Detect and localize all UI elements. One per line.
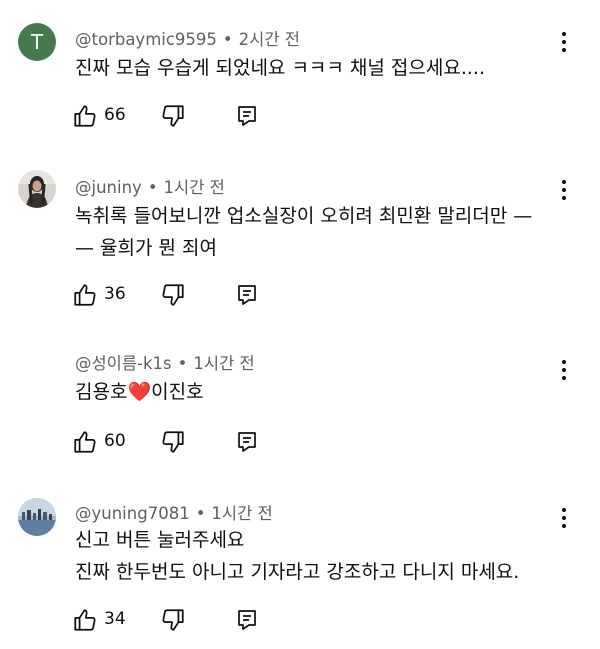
comment-time[interactable]: 1시간 전 — [211, 504, 272, 523]
avatar[interactable] — [18, 170, 56, 208]
thumbs-down-icon — [162, 609, 184, 631]
author-name[interactable]: @juniny — [75, 178, 142, 197]
thumbs-up-icon — [74, 105, 96, 127]
more-button[interactable] — [552, 504, 576, 532]
like-button[interactable] — [72, 429, 98, 455]
comment-line: 진짜 모습 우습게 되었네요 ㅋㅋㅋ 채널 접으세요.... — [75, 57, 485, 79]
author-name[interactable]: @yuning7081 — [75, 504, 190, 523]
comment-text-before: 김용호 — [75, 381, 128, 403]
comment-actions: 34 — [72, 607, 272, 635]
thumbs-down-icon — [162, 105, 184, 127]
reply-icon — [238, 285, 256, 305]
avatar[interactable]: T — [18, 23, 56, 61]
avatar-photo — [18, 170, 56, 208]
like-button[interactable] — [72, 103, 98, 129]
reply-button[interactable] — [235, 608, 259, 632]
avatar-photo — [18, 498, 56, 536]
reply-icon — [238, 432, 256, 452]
comment: T @torbaymic9595 • 2시간 전 진짜 모습 우습게 되었네요 ㅋㅋ… — [0, 0, 600, 150]
thumbs-up-icon — [74, 284, 96, 306]
more-button[interactable] — [552, 176, 576, 204]
comment-meta: @juniny • 1시간 전 — [75, 174, 225, 198]
dislike-button[interactable] — [160, 429, 186, 455]
comment-meta: @yuning7081 • 1시간 전 — [75, 500, 273, 524]
meta-separator: • — [195, 504, 206, 523]
comment-time[interactable]: 1시간 전 — [193, 354, 254, 373]
thumbs-up-icon — [74, 609, 96, 631]
like-count: 60 — [104, 431, 126, 451]
dislike-button[interactable] — [160, 607, 186, 633]
heart-emoji: ❤️ — [127, 381, 152, 403]
thumbs-up-icon — [74, 431, 96, 453]
meta-separator: • — [147, 178, 158, 197]
comment-line: 진짜 한두번도 아니고 기자라고 강조하고 다니지 마세요. — [75, 561, 520, 583]
author-name[interactable]: @성이름-k1s — [75, 354, 172, 373]
like-button[interactable] — [72, 607, 98, 633]
like-count: 66 — [104, 105, 126, 125]
dislike-button[interactable] — [160, 103, 186, 129]
thumbs-down-icon — [162, 431, 184, 453]
comment-text: 신고 버튼 눌러주세요 진짜 한두번도 아니고 기자라고 강조하고 다니지 마세… — [75, 524, 519, 588]
comment-actions: 60 — [72, 429, 272, 457]
comment-line: — 율희가 뭔 죄여 — [75, 237, 217, 259]
comment-text: 녹취록 들어보니깐 업소실장이 오히려 최민환 말리더만 — — 율희가 뭔 죄… — [75, 200, 532, 264]
author-name[interactable]: @torbaymic9595 — [75, 30, 217, 49]
reply-button[interactable] — [235, 283, 259, 307]
reply-icon — [238, 106, 256, 126]
more-button[interactable] — [552, 356, 576, 384]
meta-separator: • — [222, 30, 233, 49]
comment: @성이름-k1s • 1시간 전 김용호❤️이진호 60 — [0, 320, 600, 470]
comment-line: 신고 버튼 눌러주세요 — [75, 529, 245, 551]
comment-actions: 66 — [72, 103, 272, 131]
reply-button[interactable] — [235, 430, 259, 454]
reply-button[interactable] — [235, 104, 259, 128]
comment: @yuning7081 • 1시간 전 신고 버튼 눌러주세요 진짜 한두번도 아니… — [0, 470, 600, 649]
comment-text: 진짜 모습 우습게 되었네요 ㅋㅋㅋ 채널 접으세요.... — [75, 52, 485, 84]
meta-separator: • — [177, 354, 188, 373]
comment-time[interactable]: 1시간 전 — [164, 178, 225, 197]
like-button[interactable] — [72, 282, 98, 308]
comment-actions: 36 — [72, 282, 272, 310]
comment-text: 김용호❤️이진호 — [75, 376, 204, 408]
comment: @juniny • 1시간 전 녹취록 들어보니깐 업소실장이 오히려 최민환 말리… — [0, 150, 600, 320]
more-button[interactable] — [552, 28, 576, 56]
reply-icon — [238, 610, 256, 630]
comment-line: 김용호❤️이진호 — [75, 376, 204, 408]
avatar[interactable] — [18, 498, 56, 536]
comment-text-after: 이진호 — [151, 381, 204, 403]
comment-time[interactable]: 2시간 전 — [239, 30, 300, 49]
comment-meta: @torbaymic9595 • 2시간 전 — [75, 26, 300, 50]
thumbs-down-icon — [162, 284, 184, 306]
comment-line: 녹취록 들어보니깐 업소실장이 오히려 최민환 말리더만 — — [75, 205, 533, 227]
like-count: 36 — [104, 284, 126, 304]
comment-meta: @성이름-k1s • 1시간 전 — [75, 350, 255, 374]
like-count: 34 — [104, 609, 126, 629]
dislike-button[interactable] — [160, 282, 186, 308]
